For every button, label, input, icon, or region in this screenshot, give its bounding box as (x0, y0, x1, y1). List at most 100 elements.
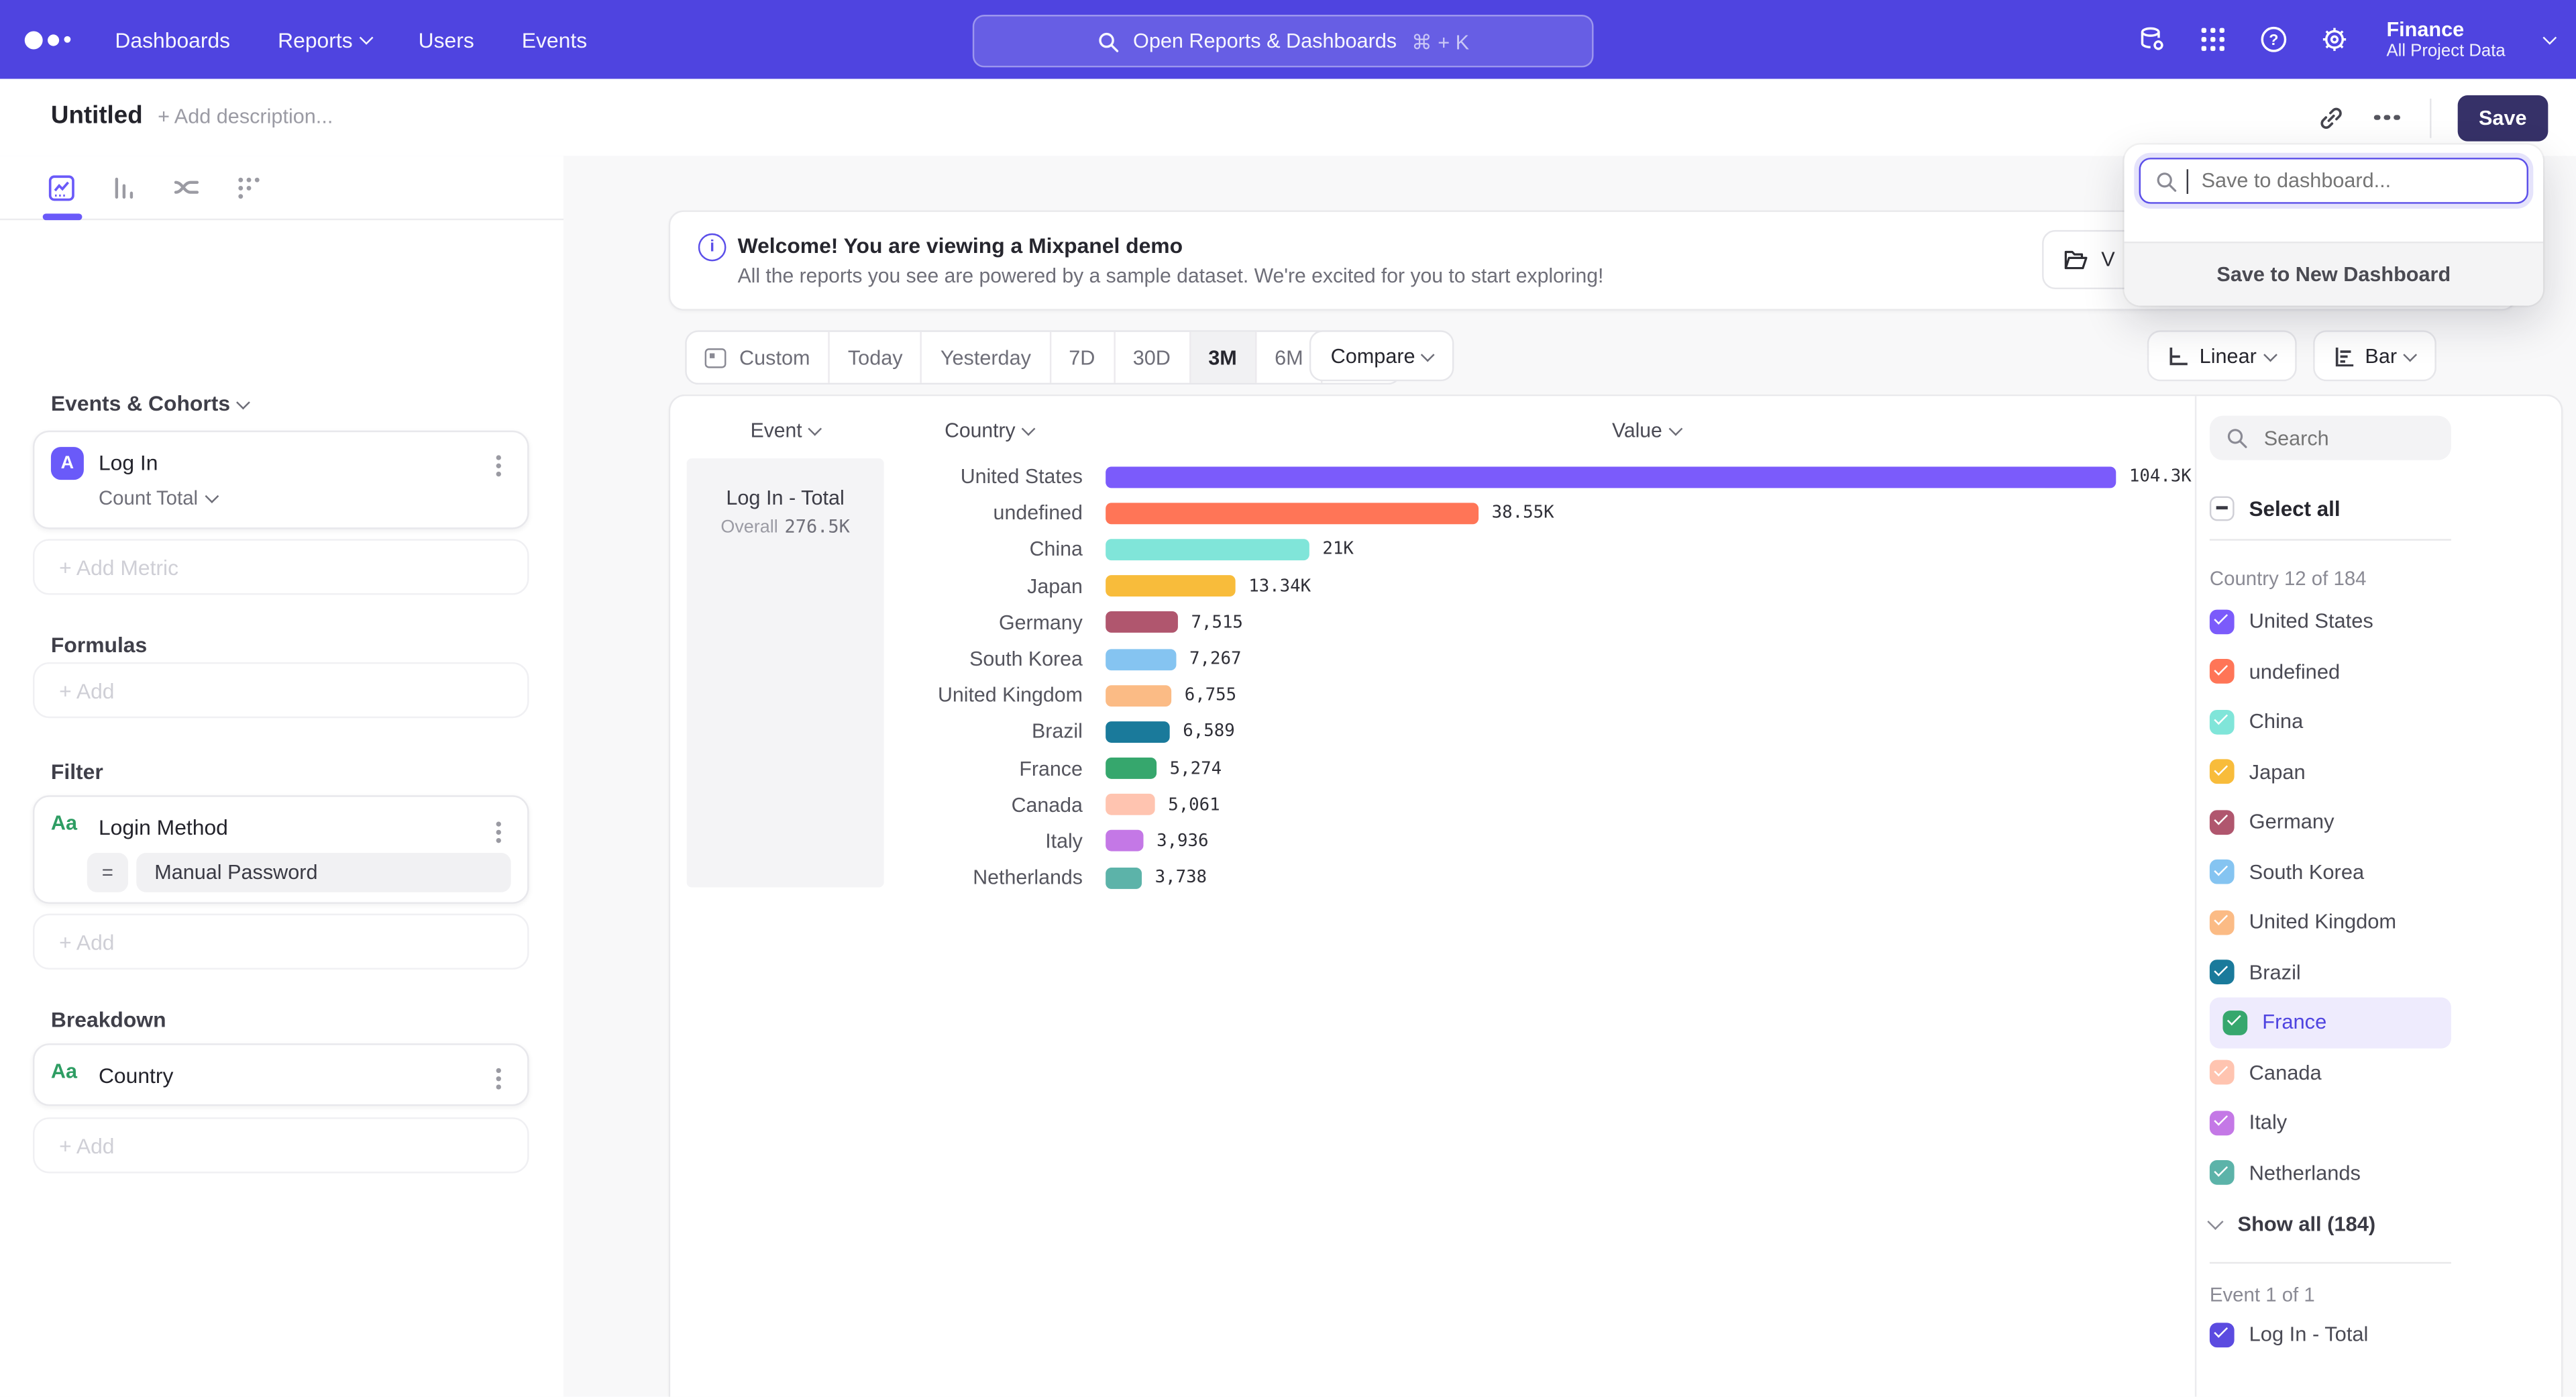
global-search-button[interactable]: Open Reports & Dashboards ⌘ + K (973, 15, 1594, 67)
country-filter-item[interactable]: France (2210, 998, 2451, 1048)
project-switcher[interactable]: Finance All Project Data (2386, 17, 2505, 61)
date-range-yesterday[interactable]: Yesterday (922, 332, 1051, 383)
metric-event-name[interactable]: Log In (99, 450, 158, 475)
formulas-section-header: Formulas (51, 633, 147, 658)
filter-kebab-icon[interactable] (496, 830, 501, 835)
date-range-30d[interactable]: 30D (1115, 332, 1191, 383)
events-section-header[interactable]: Events & Cohorts (51, 391, 248, 416)
nav-item-events[interactable]: Events (522, 27, 587, 52)
copy-link-icon[interactable] (2318, 105, 2345, 131)
breakdown-property-name[interactable]: Country (99, 1063, 174, 1088)
country-filter-checkbox[interactable] (2210, 660, 2235, 684)
more-options-icon[interactable] (2384, 115, 2390, 121)
country-filter-item[interactable]: Brazil (2196, 947, 2438, 998)
help-icon[interactable]: ? (2258, 25, 2288, 54)
country-filter-checkbox[interactable] (2210, 709, 2235, 734)
chart-bar[interactable] (1106, 576, 1235, 597)
apps-grid-icon[interactable] (2198, 25, 2227, 54)
country-filter-checkbox[interactable] (2222, 1011, 2247, 1035)
country-filter-item[interactable]: South Korea (2196, 847, 2438, 897)
country-filter-checkbox[interactable] (2210, 960, 2235, 985)
mixpanel-logo-icon[interactable] (25, 30, 80, 48)
chart-bar[interactable] (1106, 758, 1157, 779)
save-button[interactable]: Save (2457, 95, 2548, 141)
nav-item-reports[interactable]: Reports (278, 27, 370, 52)
chart-bar[interactable] (1106, 867, 1142, 888)
country-filter-checkbox[interactable] (2210, 760, 2235, 784)
tab-retention[interactable] (235, 173, 263, 201)
country-filter-item[interactable]: Japan (2196, 747, 2438, 797)
date-range-7d[interactable]: 7D (1051, 332, 1114, 383)
country-filter-item[interactable]: Canada (2196, 1047, 2438, 1098)
select-all-checkbox[interactable] (2210, 495, 2235, 520)
compare-button[interactable]: Compare (1309, 330, 1455, 381)
tab-insights[interactable] (48, 173, 76, 201)
save-to-dashboard-field[interactable] (2139, 158, 2528, 204)
breakdown-kebab-icon[interactable] (496, 1076, 501, 1081)
filter-value[interactable]: Manual Password (136, 853, 511, 892)
date-range-today[interactable]: Today (830, 332, 922, 383)
country-filter-item[interactable]: China (2196, 696, 2438, 747)
filter-operator[interactable]: = (87, 853, 128, 892)
series-search[interactable] (2210, 416, 2451, 460)
date-range-custom[interactable]: Custom (687, 332, 830, 383)
breakdown-card-country[interactable]: Aa Country (33, 1043, 529, 1106)
scale-selector-button[interactable]: Linear (2147, 330, 2296, 381)
chart-bar[interactable] (1106, 685, 1171, 707)
save-to-dashboard-input[interactable] (2198, 168, 2501, 194)
event-filter-item[interactable]: Log In - Total (2196, 1310, 2438, 1360)
add-formula-button[interactable]: + Add (33, 662, 529, 718)
show-all-button[interactable]: Show all (184) (2210, 1211, 2561, 1237)
add-description-button[interactable]: + Add description... (158, 105, 333, 128)
country-filter-checkbox[interactable] (2210, 609, 2235, 634)
settings-gear-icon[interactable] (2319, 25, 2349, 54)
nav-item-dashboards[interactable]: Dashboards (115, 27, 230, 52)
country-filter-label: United States (2249, 610, 2373, 633)
country-filter-item[interactable]: undefined (2196, 647, 2438, 697)
chart-bar[interactable] (1106, 503, 1479, 524)
country-filter-checkbox[interactable] (2210, 1161, 2235, 1186)
country-group-label: Country 12 of 184 (2210, 567, 2561, 590)
chart-bar[interactable] (1106, 794, 1155, 816)
column-header-country[interactable]: Country (884, 419, 1094, 442)
metric-aggregation[interactable]: Count Total (99, 486, 216, 509)
chart-row-label: China (884, 538, 1106, 561)
series-search-input[interactable] (2261, 425, 2432, 451)
country-filter-checkbox[interactable] (2210, 1110, 2235, 1135)
tab-funnels[interactable] (110, 173, 138, 201)
chart-bar[interactable] (1106, 466, 2116, 488)
nav-item-users[interactable]: Users (419, 27, 474, 52)
chart-bar[interactable] (1106, 539, 1309, 560)
chart-bar[interactable] (1106, 721, 1170, 743)
country-filter-checkbox[interactable] (2210, 810, 2235, 835)
column-header-value[interactable]: Value (1094, 419, 2198, 442)
country-filter-checkbox[interactable] (2210, 910, 2235, 935)
add-filter-button[interactable]: + Add (33, 914, 529, 970)
save-to-new-dashboard-button[interactable]: Save to New Dashboard (2125, 242, 2543, 306)
country-filter-item[interactable]: Netherlands (2196, 1148, 2438, 1198)
data-management-icon[interactable] (2137, 25, 2166, 54)
tab-flows[interactable] (172, 173, 201, 201)
select-all-row[interactable]: Select all (2210, 493, 2561, 523)
country-filter-item[interactable]: United Kingdom (2196, 897, 2438, 947)
filter-property-name[interactable]: Login Method (99, 815, 228, 840)
country-filter-item[interactable]: United States (2196, 597, 2438, 647)
chart-row-label: United States (884, 465, 1106, 488)
date-range-3m[interactable]: 3M (1190, 332, 1256, 383)
country-filter-checkbox[interactable] (2210, 860, 2235, 884)
chart-bar[interactable] (1106, 831, 1143, 852)
country-filter-item[interactable]: Italy (2196, 1098, 2438, 1148)
add-breakdown-button[interactable]: + Add (33, 1117, 529, 1173)
metric-card-log-in[interactable]: A Log In Count Total (33, 431, 529, 529)
event-filter-checkbox[interactable] (2210, 1323, 2235, 1347)
chart-bar[interactable] (1106, 648, 1176, 670)
filter-card-login-method[interactable]: Aa Login Method = Manual Password (33, 795, 529, 904)
country-filter-item[interactable]: Germany (2196, 797, 2438, 847)
chart-type-selector-button[interactable]: Bar (2312, 330, 2436, 381)
add-metric-button[interactable]: + Add Metric (33, 539, 529, 594)
column-header-event[interactable]: Event (687, 419, 884, 442)
report-title[interactable]: Untitled (51, 102, 143, 130)
chart-bar[interactable] (1106, 612, 1178, 633)
country-filter-checkbox[interactable] (2210, 1060, 2235, 1085)
metric-kebab-icon[interactable] (496, 464, 501, 468)
